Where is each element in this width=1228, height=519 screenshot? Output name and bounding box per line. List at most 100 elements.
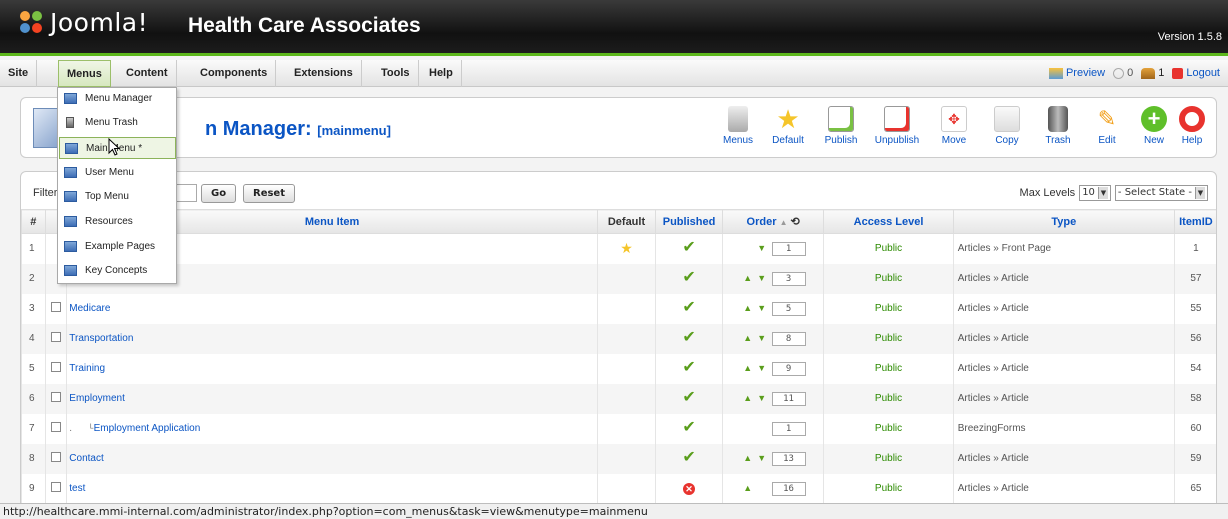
menu-extensions[interactable]: Extensions	[286, 60, 362, 87]
dropdown-menu-manager[interactable]: Menu Manager	[59, 88, 176, 110]
order-input[interactable]: 16	[771, 481, 806, 496]
order-input[interactable]: 9	[771, 361, 806, 376]
order-up-icon[interactable]: ▲	[741, 483, 755, 493]
access-level-cell[interactable]: Public	[823, 383, 954, 414]
menu-site[interactable]: Site	[0, 60, 38, 87]
col-order[interactable]: Order ▲ ⟲	[721, 209, 825, 234]
menu-components[interactable]: Components	[192, 60, 277, 87]
dropdown-resources[interactable]: Resources	[59, 211, 176, 233]
preview-link[interactable]: Preview	[1048, 60, 1105, 87]
row-checkbox[interactable]	[51, 392, 61, 402]
move-button[interactable]: ✥ Move	[929, 106, 979, 146]
order-input[interactable]: 1	[771, 421, 806, 436]
dropdown-menu-trash[interactable]: Menu Trash	[59, 112, 176, 134]
order-input[interactable]: 11	[771, 391, 806, 406]
order-down-icon[interactable]: ▼	[755, 273, 769, 283]
menu-item-link[interactable]: Contact	[69, 453, 103, 464]
col-itemid[interactable]: ItemID	[1173, 209, 1216, 234]
published-check-icon[interactable]: ✔	[682, 389, 695, 406]
row-checkbox[interactable]	[51, 482, 61, 492]
dropdown-top-menu[interactable]: Top Menu	[59, 186, 176, 208]
access-level-cell[interactable]: Public	[823, 263, 954, 294]
default-star-icon[interactable]: ★	[620, 240, 633, 256]
menu-item-link[interactable]: test	[69, 483, 85, 494]
order-up-icon[interactable]: ▲	[741, 393, 755, 403]
main-menubar: Site Menus Content Components Extensions…	[0, 60, 1228, 87]
order-down-icon[interactable]: ▼	[755, 393, 769, 403]
access-level-cell[interactable]: Public	[823, 413, 954, 444]
unpublished-x-icon[interactable]: ✕	[683, 482, 696, 495]
order-down-icon[interactable]: ▼	[755, 363, 769, 373]
unpublish-button[interactable]: Unpublish	[872, 106, 922, 146]
max-levels-select[interactable]: 10 ▼	[1079, 185, 1111, 201]
menus-button[interactable]: Menus	[713, 106, 763, 146]
menu-item-link[interactable]: Employment	[69, 393, 125, 404]
row-checkbox[interactable]	[51, 332, 61, 342]
row-checkbox[interactable]	[51, 302, 61, 312]
col-published[interactable]: Published	[655, 209, 723, 234]
row-checkbox[interactable]	[51, 422, 61, 432]
order-cell: ▲ ▼ 3	[721, 263, 825, 294]
published-check-icon[interactable]: ✔	[682, 419, 695, 436]
row-number: 9	[21, 473, 46, 504]
trash-button[interactable]: Trash	[1033, 106, 1083, 146]
menu-content[interactable]: Content	[118, 60, 177, 87]
dropdown-user-menu[interactable]: User Menu	[59, 162, 176, 184]
default-cell	[596, 353, 657, 384]
order-input[interactable]: 3	[771, 271, 806, 286]
menu-item-link[interactable]: Transportation	[69, 333, 133, 344]
copy-button[interactable]: Copy	[982, 106, 1032, 146]
order-up-icon[interactable]: ▲	[741, 333, 755, 343]
order-input[interactable]: 1	[771, 241, 806, 256]
menu-item-link[interactable]: Medicare	[69, 303, 110, 314]
order-down-icon[interactable]: ▼	[755, 303, 769, 313]
order-input[interactable]: 13	[771, 451, 806, 466]
order-down-icon[interactable]: ▼	[755, 453, 769, 463]
menu-menus[interactable]: Menus	[58, 60, 111, 87]
state-select[interactable]: - Select State - ▼	[1114, 185, 1208, 201]
logout-link[interactable]: Logout	[1172, 60, 1220, 87]
access-level-cell[interactable]: Public	[823, 353, 954, 384]
menu-item-link[interactable]: Employment Application	[94, 423, 201, 434]
access-level-cell[interactable]: Public	[823, 323, 954, 354]
users-link[interactable]: 1	[1141, 60, 1164, 87]
published-check-icon[interactable]: ✔	[682, 299, 695, 316]
access-level-cell[interactable]: Public	[823, 293, 954, 324]
row-checkbox-cell	[44, 353, 68, 384]
col-type[interactable]: Type	[952, 209, 1175, 234]
default-button[interactable]: ★ Default	[763, 106, 813, 146]
menus-icon	[728, 106, 748, 132]
edit-button[interactable]: ✎ Edit	[1082, 106, 1132, 146]
help-button[interactable]: Help	[1167, 106, 1217, 146]
published-check-icon[interactable]: ✔	[682, 239, 695, 256]
order-down-icon[interactable]: ▼	[755, 333, 769, 343]
published-check-icon[interactable]: ✔	[682, 329, 695, 346]
order-input[interactable]: 8	[771, 331, 806, 346]
row-checkbox[interactable]	[51, 452, 61, 462]
dropdown-key-concepts[interactable]: Key Concepts	[59, 260, 176, 282]
access-level-cell[interactable]: Public	[823, 443, 954, 474]
messages-link[interactable]: 0	[1113, 60, 1133, 87]
order-up-icon[interactable]: ▲	[741, 273, 755, 283]
publish-button[interactable]: Publish	[816, 106, 866, 146]
reset-button[interactable]: Reset	[243, 184, 295, 203]
access-level-cell[interactable]: Public	[823, 473, 954, 504]
order-up-icon[interactable]: ▲	[741, 453, 755, 463]
published-check-icon[interactable]: ✔	[682, 449, 695, 466]
menu-help[interactable]: Help	[421, 60, 462, 87]
itemid-cell: 1	[1173, 233, 1216, 264]
published-check-icon[interactable]: ✔	[682, 359, 695, 376]
browser-statusbar: http://healthcare.mmi-internal.com/admin…	[0, 503, 1228, 519]
row-checkbox[interactable]	[51, 362, 61, 372]
access-level-cell[interactable]: Public	[823, 233, 954, 264]
order-down-icon[interactable]: ▼	[755, 243, 769, 253]
order-input[interactable]: 5	[771, 301, 806, 316]
col-access-level[interactable]: Access Level	[823, 209, 954, 234]
menu-item-link[interactable]: Training	[69, 363, 105, 374]
dropdown-example-pages[interactable]: Example Pages	[59, 236, 176, 258]
published-check-icon[interactable]: ✔	[682, 269, 695, 286]
order-up-icon[interactable]: ▲	[741, 363, 755, 373]
menu-tools[interactable]: Tools	[373, 60, 419, 87]
order-up-icon[interactable]: ▲	[741, 303, 755, 313]
go-button[interactable]: Go	[201, 184, 237, 203]
